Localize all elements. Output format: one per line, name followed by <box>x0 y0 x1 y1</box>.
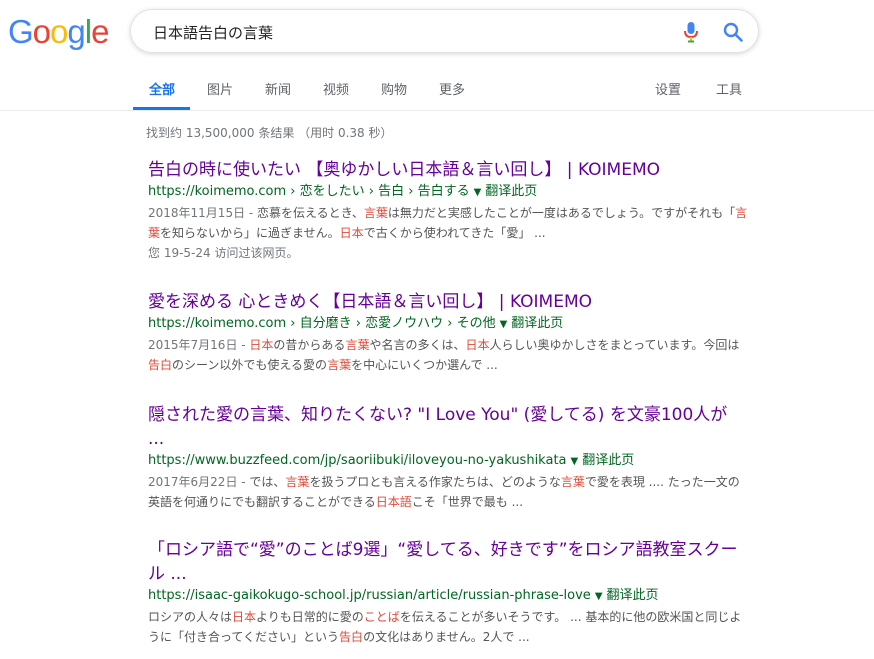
tab-videos[interactable]: 视频 <box>323 79 349 98</box>
translate-link[interactable]: 翻译此页 <box>582 453 634 468</box>
search-tabs: 全部 图片 新闻 视频 购物 更多 设置 工具 <box>0 64 874 111</box>
highlighted-term: 言葉 <box>327 358 352 372</box>
tab-shopping[interactable]: 购物 <box>381 79 407 98</box>
highlighted-term: 日本 <box>465 338 490 352</box>
highlighted-term: 告白 <box>148 358 173 372</box>
result-url-line: https://isaac-gaikokugo-school.jp/russia… <box>148 586 748 607</box>
google-logo[interactable]: Google <box>8 12 109 52</box>
result-title-link[interactable]: 隠された愛の言葉、知りたくない? "I Love You" (愛してる) を文豪… <box>148 403 748 451</box>
dropdown-arrow-icon[interactable]: ▼ <box>571 456 579 467</box>
result-date: 2018年11月15日 - <box>148 206 258 220</box>
snippet-text: は無力だと実感したことが一度はあるでしょう。ですがそれも「 <box>387 206 736 220</box>
search-result: 「ロシア語で“愛”のことば9選」“愛してる、好きです”をロシア語教室スクール .… <box>148 538 748 647</box>
result-snippet: 2017年6月22日 - では、言葉を扱うプロとも言える作家たちは、どのような言… <box>148 472 748 512</box>
search-box[interactable] <box>130 9 759 53</box>
result-date: 2017年6月22日 - <box>148 475 250 489</box>
snippet-text: を扱うプロとも言える作家たちは、どのような <box>309 475 561 489</box>
logo-letter: G <box>8 13 34 50</box>
snippet-text: で古くから使われてきた「愛」 ... <box>363 226 546 240</box>
highlighted-term: 言葉 <box>345 338 370 352</box>
result-title-link[interactable]: 告白の時に使いたい 【奥ゆかしい日本語＆言い回し】 | KOIMEMO <box>148 158 748 182</box>
logo-letter: o <box>50 13 68 50</box>
highlighted-term: 日本語 <box>375 495 412 509</box>
tab-more[interactable]: 更多 <box>439 79 465 98</box>
visited-note: 您 19-5-24 访问过该网页。 <box>148 246 299 260</box>
tab-images[interactable]: 图片 <box>207 79 233 98</box>
snippet-text: 人らしい奥ゆかしさをまとっています。今回は <box>489 338 740 352</box>
snippet-text: や名言の多くは、 <box>369 338 466 352</box>
result-url[interactable]: https://www.buzzfeed.com/jp/saoriibuki/i… <box>148 453 567 468</box>
snippet-text: のシーン以外でも使える愛の <box>172 358 328 372</box>
highlighted-term: ことば <box>363 610 400 624</box>
result-url[interactable]: https://isaac-gaikokugo-school.jp/russia… <box>148 588 591 603</box>
highlighted-term: 告白 <box>339 630 364 644</box>
snippet-text: を知らないから」に過ぎません。 <box>160 226 340 240</box>
microphone-icon[interactable] <box>683 21 699 43</box>
search-result: 告白の時に使いたい 【奥ゆかしい日本語＆言い回し】 | KOIMEMO http… <box>148 158 748 263</box>
result-stats: 找到约 13,500,000 条结果 （用时 0.38 秒） <box>146 126 393 140</box>
result-url-line: https://www.buzzfeed.com/jp/saoriibuki/i… <box>148 451 748 472</box>
result-title-link[interactable]: 「ロシア語で“愛”のことば9選」“愛してる、好きです”をロシア語教室スクール .… <box>148 538 748 586</box>
result-date: 2015年7月16日 - <box>148 338 250 352</box>
search-icon[interactable] <box>722 21 744 43</box>
highlighted-term: 日本 <box>232 610 257 624</box>
tab-tools[interactable]: 工具 <box>716 79 742 98</box>
tab-settings[interactable]: 设置 <box>655 79 681 98</box>
result-title-link[interactable]: 愛を深める 心ときめく【日本語＆言い回し】 | KOIMEMO <box>148 290 748 314</box>
highlighted-term: 言葉 <box>285 475 310 489</box>
tab-all[interactable]: 全部 <box>149 79 175 98</box>
translate-link[interactable]: 翻译此页 <box>511 316 563 331</box>
snippet-text: の文化はありません。2人で ... <box>363 630 530 644</box>
snippet-text: 恋慕を伝えるとき、 <box>257 206 364 220</box>
snippet-text: よりも日常的に愛の <box>256 610 364 624</box>
logo-letter: o <box>32 13 51 50</box>
highlighted-term: 言葉 <box>363 206 388 220</box>
dropdown-arrow-icon[interactable]: ▼ <box>500 319 508 330</box>
highlighted-term: 日本 <box>339 226 364 240</box>
result-url-line: https://koimemo.com › 自分磨き › 恋愛ノウハウ › その… <box>148 314 748 335</box>
highlighted-term: 日本 <box>249 338 274 352</box>
active-tab-indicator <box>133 107 190 110</box>
result-url[interactable]: https://koimemo.com › 自分磨き › 恋愛ノウハウ › その… <box>148 316 496 331</box>
highlighted-term: 言葉 <box>560 475 585 489</box>
search-result: 愛を深める 心ときめく【日本語＆言い回し】 | KOIMEMO https://… <box>148 290 748 375</box>
tab-news[interactable]: 新闻 <box>265 79 291 98</box>
snippet-text: こそ「世界で最も ... <box>411 495 524 509</box>
snippet-text: を中心にいくつか選んで ... <box>351 358 498 372</box>
result-snippet: 2015年7月16日 - 日本の昔からある言葉や名言の多くは、日本人らしい奥ゆか… <box>148 335 748 375</box>
result-snippet: 2018年11月15日 - 恋慕を伝えるとき、言葉は無力だと実感したことが一度は… <box>148 203 748 243</box>
snippet-text: ロシアの人々は <box>148 610 233 624</box>
result-snippet: ロシアの人々は日本よりも日常的に愛のことばを伝えることが多いそうです。 ... … <box>148 607 748 647</box>
snippet-text: では、 <box>249 475 286 489</box>
dropdown-arrow-icon[interactable]: ▼ <box>595 591 603 602</box>
dropdown-arrow-icon[interactable]: ▼ <box>474 187 482 198</box>
logo-letter: g <box>67 13 85 50</box>
logo-letter: e <box>91 13 109 50</box>
search-input[interactable] <box>151 20 675 44</box>
translate-link[interactable]: 翻译此页 <box>485 184 537 199</box>
translate-link[interactable]: 翻译此页 <box>607 588 659 603</box>
result-url[interactable]: https://koimemo.com › 恋をしたい › 告白 › 告白する <box>148 184 470 199</box>
result-url-line: https://koimemo.com › 恋をしたい › 告白 › 告白する ▼… <box>148 182 748 203</box>
snippet-text: の昔からある <box>273 338 346 352</box>
search-result: 隠された愛の言葉、知りたくない? "I Love You" (愛してる) を文豪… <box>148 403 748 512</box>
